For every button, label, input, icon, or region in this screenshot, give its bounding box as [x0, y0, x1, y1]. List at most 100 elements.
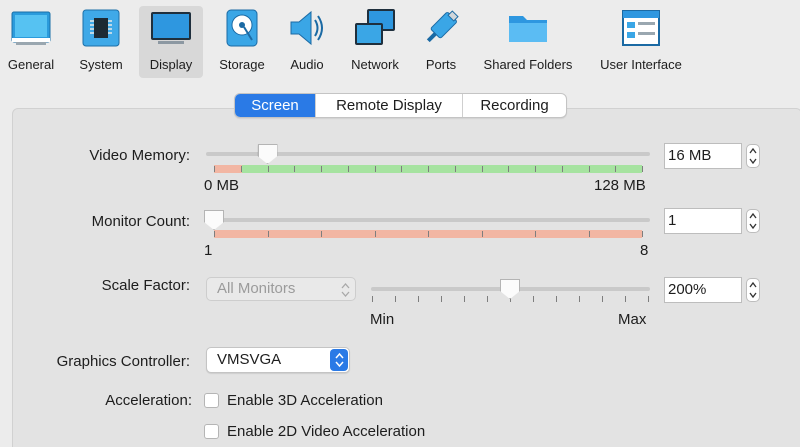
- checkbox-box[interactable]: [204, 393, 219, 408]
- slider-tick: [372, 296, 373, 302]
- video-memory-min-label: 0 MB: [204, 177, 240, 194]
- monitor-count-max-label: 8: [640, 242, 649, 259]
- video-memory-max-label: 128 MB: [594, 177, 646, 194]
- monitor-count-field[interactable]: 1: [664, 208, 742, 234]
- video-memory-scale-green: [242, 165, 642, 173]
- toolbar-item-user-interface[interactable]: User Interface: [597, 6, 685, 78]
- enable-2d-video-acceleration-label: Enable 2D Video Acceleration: [227, 423, 426, 440]
- slider-tick: [375, 166, 376, 172]
- slider-tick: [348, 166, 349, 172]
- slider-tick: [214, 166, 215, 172]
- slider-tick: [321, 166, 322, 172]
- enable-2d-video-acceleration-checkbox[interactable]: Enable 2D Video Acceleration: [204, 423, 425, 440]
- chevron-updown-icon: [341, 283, 350, 297]
- slider-tick: [401, 166, 402, 172]
- monitor-select-popup[interactable]: All Monitors: [206, 277, 356, 301]
- toolbar-item-general[interactable]: General: [4, 6, 58, 78]
- tab-remote-display[interactable]: Remote Display: [315, 94, 462, 117]
- toolbar-item-label: User Interface: [600, 57, 682, 72]
- tab-screen[interactable]: Screen: [235, 94, 315, 117]
- video-memory-scale-red: [214, 165, 242, 173]
- toolbar-item-display[interactable]: Display: [139, 6, 203, 78]
- slider-tick: [533, 296, 534, 302]
- monitor-icon: [149, 6, 193, 50]
- toolbar-item-label: Storage: [219, 57, 265, 72]
- toolbar-item-shared-folders[interactable]: Shared Folders: [482, 6, 574, 78]
- toolbar-item-label: Audio: [290, 57, 324, 72]
- slider-tick: [464, 296, 465, 302]
- stepper-arrows-icon: [749, 147, 757, 165]
- toolbar-item-label: Shared Folders: [483, 57, 573, 72]
- slider-tick: [642, 231, 643, 237]
- toolbar-item-label: General: [7, 57, 55, 72]
- slider-tick: [268, 231, 269, 237]
- slider-tick: [556, 296, 557, 302]
- scale-factor-max-label: Max: [618, 311, 647, 328]
- settings-toolbar: General System Display Storage Audio Net…: [0, 0, 800, 80]
- graphics-controller-label: Graphics Controller:: [56, 353, 190, 370]
- window-icon: [619, 6, 663, 50]
- general-icon: [9, 6, 53, 50]
- slider-tick: [625, 296, 626, 302]
- slider-tick: [562, 166, 563, 172]
- toolbar-item-label: Ports: [425, 57, 457, 72]
- slider-tick: [642, 166, 643, 172]
- video-memory-stepper[interactable]: [746, 144, 760, 168]
- slider-tick: [602, 296, 603, 302]
- speaker-icon: [285, 6, 329, 50]
- toolbar-item-label: Display: [149, 57, 193, 72]
- monitor-count-min-label: 1: [204, 242, 213, 259]
- monitor-select-value: All Monitors: [217, 280, 296, 297]
- slider-tick: [241, 166, 242, 172]
- toolbar-item-audio[interactable]: Audio: [285, 6, 329, 78]
- scale-factor-stepper[interactable]: [746, 278, 760, 302]
- slider-tick: [579, 296, 580, 302]
- hard-disk-icon: [220, 6, 264, 50]
- scale-factor-field[interactable]: 200%: [664, 277, 742, 303]
- slider-tick: [214, 231, 215, 237]
- slider-tick: [441, 296, 442, 302]
- toolbar-item-system[interactable]: System: [76, 6, 126, 78]
- monitor-count-slider-track[interactable]: [206, 218, 650, 222]
- monitor-count-stepper[interactable]: [746, 209, 760, 233]
- toolbar-item-ports[interactable]: Ports: [420, 6, 462, 78]
- slider-tick: [589, 231, 590, 237]
- display-tabs: Screen Remote Display Recording: [234, 93, 567, 118]
- slider-tick: [375, 231, 376, 237]
- slider-tick: [268, 166, 269, 172]
- video-memory-label: Video Memory:: [89, 147, 190, 164]
- slider-tick: [589, 166, 590, 172]
- stepper-arrows-icon: [749, 212, 757, 230]
- checkbox-box[interactable]: [204, 424, 219, 439]
- slider-tick: [428, 166, 429, 172]
- slider-tick: [418, 296, 419, 302]
- graphics-controller-value: VMSVGA: [217, 351, 282, 368]
- slider-tick: [455, 166, 456, 172]
- slider-tick: [428, 231, 429, 237]
- usb-plug-icon: [419, 6, 463, 50]
- slider-tick: [648, 296, 649, 302]
- network-icon: [353, 6, 397, 50]
- toolbar-item-network[interactable]: Network: [347, 6, 403, 78]
- slider-tick: [615, 166, 616, 172]
- slider-tick: [535, 166, 536, 172]
- toolbar-item-label: Network: [351, 57, 399, 72]
- slider-tick: [535, 231, 536, 237]
- scale-factor-min-label: Min: [370, 311, 395, 328]
- folder-icon: [506, 6, 550, 50]
- slider-tick: [508, 166, 509, 172]
- slider-tick: [482, 231, 483, 237]
- slider-tick: [487, 296, 488, 302]
- acceleration-label: Acceleration:: [105, 392, 192, 409]
- enable-3d-acceleration-checkbox[interactable]: Enable 3D Acceleration: [204, 392, 383, 409]
- graphics-controller-popup[interactable]: VMSVGA: [206, 347, 350, 373]
- toolbar-item-label: System: [79, 57, 123, 72]
- tab-recording[interactable]: Recording: [462, 94, 566, 117]
- stepper-arrows-icon: [749, 281, 757, 299]
- toolbar-item-storage[interactable]: Storage: [216, 6, 268, 78]
- slider-tick: [395, 296, 396, 302]
- video-memory-field[interactable]: 16 MB: [664, 143, 742, 169]
- enable-3d-acceleration-label: Enable 3D Acceleration: [227, 392, 383, 409]
- chevron-updown-icon: [330, 349, 348, 371]
- chip-icon: [79, 6, 123, 50]
